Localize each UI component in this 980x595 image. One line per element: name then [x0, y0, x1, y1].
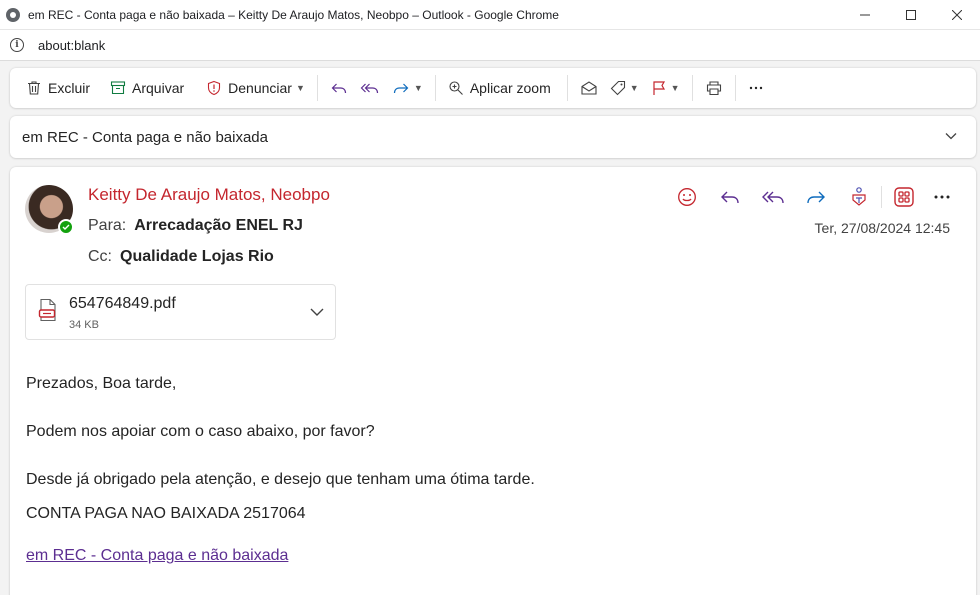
window-titlebar: em REC - Conta paga e não baixada – Keit…	[0, 0, 980, 30]
archive-label: Arquivar	[132, 80, 185, 96]
chevron-down-icon[interactable]: ▼	[630, 83, 639, 93]
actions-divider	[881, 186, 882, 208]
reply-all-button[interactable]	[354, 72, 386, 104]
message-subject: em REC - Conta paga e não baixada	[22, 128, 268, 146]
subject-bar: em REC - Conta paga e não baixada	[10, 116, 976, 158]
app-icon	[6, 7, 20, 22]
attachment-card[interactable]: 654764849.pdf 34 KB	[25, 284, 336, 340]
reply-icon	[331, 83, 347, 94]
shield-icon	[208, 80, 221, 96]
trash-icon	[28, 81, 40, 95]
flag-button[interactable]: ▼	[645, 72, 686, 104]
envelope-icon	[581, 81, 597, 95]
delete-button[interactable]: Excluir	[20, 72, 96, 104]
zoom-icon	[449, 81, 463, 95]
report-label: Denunciar	[228, 80, 292, 96]
zoom-button[interactable]: Aplicar zoom	[442, 72, 557, 104]
minimize-icon[interactable]	[842, 0, 888, 30]
report-button[interactable]: Denunciar ▼	[200, 72, 311, 104]
window-controls	[842, 0, 980, 30]
flag-icon	[653, 81, 665, 95]
chevron-down-icon[interactable]: ▼	[671, 83, 680, 93]
info-icon[interactable]: i	[10, 38, 24, 52]
mark-read-button[interactable]	[574, 72, 604, 104]
address-bar: i about:blank	[0, 30, 980, 61]
cc-line: Cc: Qualidade Lojas Rio	[88, 248, 274, 266]
message-toolbar: Excluir Arquivar Denunciar ▼ ▼ Aplicar z…	[10, 68, 976, 108]
window-title: em REC - Conta paga e não baixada – Keit…	[28, 7, 559, 22]
delete-label: Excluir	[48, 80, 91, 96]
to-label: Para:	[88, 217, 127, 234]
cc-label: Cc:	[88, 248, 112, 265]
presence-available-icon	[58, 219, 74, 235]
message-actions	[660, 182, 958, 212]
toolbar-divider	[434, 75, 436, 101]
reply-all-icon	[360, 83, 379, 94]
message-link[interactable]: em REC - Conta paga e não baixada	[26, 547, 288, 565]
body-paragraph: Podem nos apoiar com o caso abaixo, por …	[26, 423, 375, 440]
teams-icon[interactable]	[843, 182, 875, 212]
forward-icon[interactable]	[800, 182, 832, 212]
more-options-button[interactable]	[742, 72, 770, 104]
toolbar-divider	[691, 75, 693, 101]
message-card: Keitty De Araujo Matos, Neobpo Para: Arre…	[10, 167, 976, 595]
to-line: Para: Arrecadação ENEL RJ	[88, 217, 303, 235]
close-icon[interactable]	[934, 0, 980, 30]
attachment-size: 34 KB	[69, 319, 99, 331]
toolbar-divider	[566, 75, 568, 101]
message-date: Ter, 27/08/2024 12:45	[814, 220, 950, 236]
chevron-down-icon[interactable]	[944, 129, 958, 148]
print-button[interactable]	[699, 72, 729, 104]
zoom-label: Aplicar zoom	[469, 80, 551, 96]
emoji-icon[interactable]	[671, 182, 703, 212]
forward-icon	[393, 83, 409, 94]
toolbar-divider	[316, 75, 318, 101]
print-icon	[706, 81, 721, 96]
apps-icon[interactable]	[888, 182, 920, 212]
attachment-name: 654764849.pdf	[69, 295, 176, 312]
url-field[interactable]: about:blank	[38, 38, 105, 53]
chevron-down-icon[interactable]: ▼	[414, 83, 423, 93]
cc-recipient[interactable]: Qualidade Lojas Rio	[120, 248, 274, 265]
maximize-icon[interactable]	[888, 0, 934, 30]
categorize-button[interactable]: ▼	[604, 72, 645, 104]
more-icon[interactable]	[926, 182, 958, 212]
chevron-down-icon[interactable]	[309, 305, 325, 323]
archive-button[interactable]: Arquivar	[104, 72, 190, 104]
reply-icon[interactable]	[714, 182, 746, 212]
reply-all-icon[interactable]	[757, 182, 789, 212]
forward-button[interactable]: ▼	[386, 72, 429, 104]
chevron-down-icon[interactable]: ▼	[296, 83, 305, 93]
body-paragraph: Prezados, Boa tarde,	[26, 375, 177, 392]
toolbar-divider	[734, 75, 736, 101]
to-recipient[interactable]: Arrecadação ENEL RJ	[134, 217, 303, 234]
body-paragraph: CONTA PAGA NAO BAIXADA 2517064	[26, 505, 306, 522]
pdf-icon	[38, 298, 58, 327]
tag-icon	[610, 80, 625, 96]
reply-button[interactable]	[324, 72, 354, 104]
body-paragraph: Desde já obrigado pela atenção, e desejo…	[26, 471, 535, 488]
sender-name[interactable]: Keitty De Araujo Matos, Neobpo	[88, 185, 330, 205]
archive-icon	[110, 81, 126, 95]
more-icon	[749, 86, 762, 90]
